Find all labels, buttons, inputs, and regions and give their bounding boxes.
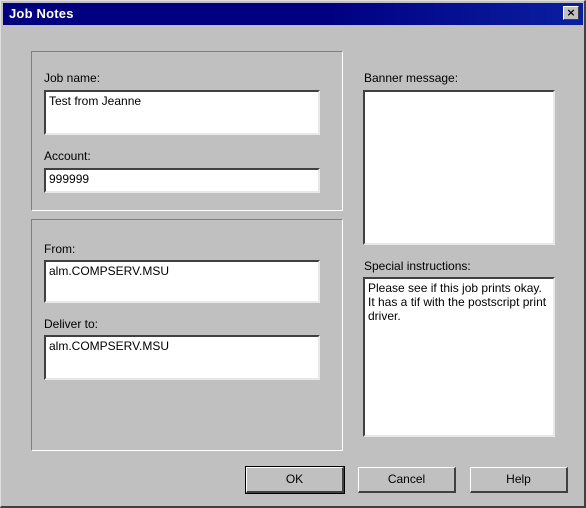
job-notes-dialog: Job Notes × Job name: Test from Jeanne A… <box>0 0 586 508</box>
banner-message-label: Banner message: <box>364 71 459 85</box>
special-instructions-label: Special instructions: <box>364 259 471 273</box>
from-label: From: <box>44 242 76 256</box>
cancel-button[interactable]: Cancel <box>358 467 456 493</box>
job-name-label: Job name: <box>44 71 101 85</box>
ok-button[interactable]: OK <box>245 466 345 494</box>
from-field[interactable]: alm.COMPSERV.MSU <box>44 260 320 303</box>
job-name-field[interactable]: Test from Jeanne <box>44 90 320 135</box>
account-label: Account: <box>44 149 91 163</box>
deliver-to-label: Deliver to: <box>44 317 99 331</box>
special-instructions-field[interactable]: Please see if this job prints okay. It h… <box>363 277 555 437</box>
account-field[interactable]: 999999 <box>44 168 320 193</box>
close-icon[interactable]: × <box>563 6 579 20</box>
banner-message-field[interactable] <box>363 90 555 245</box>
window-title: Job Notes <box>9 6 74 21</box>
help-button[interactable]: Help <box>470 467 568 493</box>
title-bar[interactable]: Job Notes × <box>3 3 583 25</box>
deliver-to-field[interactable]: alm.COMPSERV.MSU <box>44 335 320 380</box>
